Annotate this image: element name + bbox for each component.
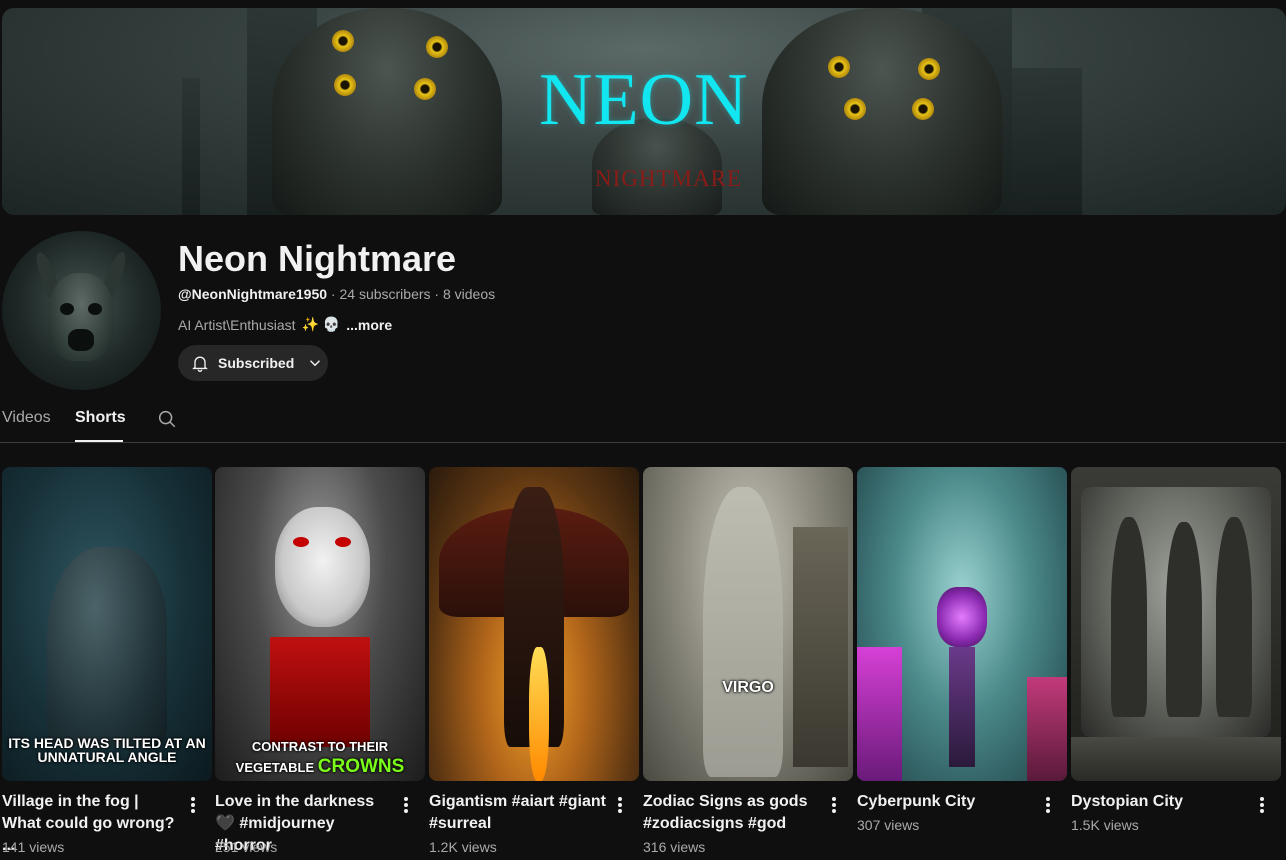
short-title[interactable]: Zodiac Signs as gods #zodiacsigns #god bbox=[643, 791, 823, 835]
short-card[interactable]: Dystopian City 1.5K views bbox=[1071, 467, 1281, 833]
banner-title: NEON bbox=[539, 59, 749, 141]
more-options-icon[interactable] bbox=[188, 797, 198, 817]
meta-separator: · bbox=[434, 286, 440, 302]
channel-description[interactable]: AI Artist\Enthusiast ✨ 💀 ...more bbox=[178, 316, 392, 333]
short-card[interactable]: Gigantism #aiart #giant #surreal 1.2K vi… bbox=[429, 467, 639, 855]
short-card[interactable]: Its head was tilted at an unnatural angl… bbox=[2, 467, 212, 855]
short-overlay-highlight: CROWNS bbox=[317, 756, 405, 777]
chevron-down-icon bbox=[310, 360, 321, 367]
video-count: 8 videos bbox=[442, 286, 496, 302]
more-options-icon[interactable] bbox=[829, 797, 839, 817]
short-views: 1.5K views bbox=[1071, 817, 1139, 833]
short-views: 316 views bbox=[643, 839, 706, 855]
subscribed-button[interactable]: Subscribed bbox=[178, 345, 328, 381]
short-title[interactable]: Gigantism #aiart #giant #surreal bbox=[429, 791, 609, 835]
short-thumbnail[interactable]: Its head was tilted at an unnatural angl… bbox=[2, 467, 212, 781]
short-overlay-caption: Contrast to their vegetable CROWNS bbox=[215, 737, 425, 778]
short-overlay-text: Its head was tilted at an unnatural angl… bbox=[8, 735, 206, 765]
subscribed-label: Subscribed bbox=[218, 355, 295, 371]
short-title[interactable]: Cyberpunk City bbox=[857, 791, 1037, 813]
banner-subtitle: NIGHTMARE bbox=[595, 166, 742, 191]
short-overlay-text: VIRGO bbox=[722, 679, 774, 696]
active-tab-indicator bbox=[75, 440, 123, 442]
more-options-icon[interactable] bbox=[1043, 797, 1053, 817]
bell-icon bbox=[192, 356, 208, 372]
tab-shorts[interactable]: Shorts bbox=[75, 409, 126, 427]
channel-tabs: Videos Shorts bbox=[0, 398, 1286, 443]
short-views: 251 views bbox=[215, 839, 278, 855]
channel-name: Neon Nightmare bbox=[178, 238, 457, 279]
channel-banner: NEON NIGHTMARE bbox=[2, 8, 1286, 215]
short-thumbnail[interactable]: Contrast to their vegetable CROWNS bbox=[215, 467, 425, 781]
channel-meta: @NeonNightmare1950 · 24 subscribers · 8 … bbox=[178, 286, 495, 302]
channel-handle: @NeonNightmare1950 bbox=[178, 286, 328, 302]
short-views: 1.2K views bbox=[429, 839, 497, 855]
short-thumbnail[interactable] bbox=[1071, 467, 1281, 781]
description-text: AI Artist\Enthusiast bbox=[178, 316, 296, 333]
more-options-icon[interactable] bbox=[1257, 797, 1267, 817]
search-icon[interactable] bbox=[156, 408, 178, 430]
short-views: 307 views bbox=[857, 817, 920, 833]
more-options-icon[interactable] bbox=[401, 797, 411, 817]
short-views: 141 views bbox=[2, 839, 65, 855]
short-card[interactable]: Cyberpunk City 307 views bbox=[857, 467, 1067, 833]
short-thumbnail[interactable] bbox=[857, 467, 1067, 781]
short-card[interactable]: Contrast to their vegetable CROWNS Love … bbox=[215, 467, 425, 855]
short-card[interactable]: VIRGO Zodiac Signs as gods #zodiacsigns … bbox=[643, 467, 853, 855]
more-options-icon[interactable] bbox=[615, 797, 625, 817]
channel-avatar[interactable] bbox=[2, 231, 161, 390]
short-thumbnail[interactable] bbox=[429, 467, 639, 781]
short-title[interactable]: Dystopian City bbox=[1071, 791, 1251, 813]
meta-separator: · bbox=[330, 286, 336, 302]
description-emoji: ✨ 💀 bbox=[301, 316, 341, 332]
tab-videos[interactable]: Videos bbox=[2, 409, 51, 427]
short-thumbnail[interactable]: VIRGO bbox=[643, 467, 853, 781]
subscriber-count: 24 subscribers bbox=[339, 286, 431, 302]
more-link[interactable]: ...more bbox=[346, 317, 392, 333]
